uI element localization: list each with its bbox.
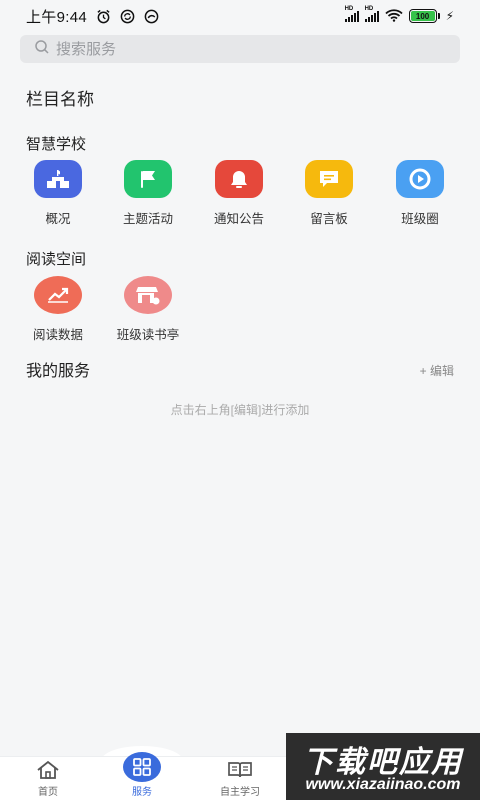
signal-icon: HD — [364, 6, 379, 22]
charging-icon: ⚡ — [445, 9, 454, 23]
my-services-title: 我的服务 — [26, 363, 91, 380]
open-book-icon — [227, 759, 253, 781]
class-circle-icon — [396, 160, 444, 198]
status-bar: 上午9:44 HD HD 100 ⚡ — [0, 0, 480, 32]
wifi-icon — [384, 8, 403, 24]
nav-label: 自主学习 — [220, 787, 260, 798]
status-left: 上午9:44 — [26, 6, 159, 27]
bell-icon — [215, 160, 263, 198]
nav-item-self-study[interactable]: 自主学习 — [192, 757, 288, 800]
service-reading-data[interactable]: 阅读数据 — [13, 276, 103, 343]
battery-level: 100 — [410, 11, 435, 21]
search-input[interactable] — [56, 40, 416, 58]
watermark: 下载吧应用 www.xiazaiinao.com — [286, 733, 480, 800]
alarm-icon — [95, 8, 111, 24]
service-overview[interactable]: 概况 — [13, 160, 103, 227]
trend-chart-icon — [34, 276, 82, 314]
service-message-board[interactable]: 留言板 — [284, 160, 374, 227]
service-label: 班级读书亭 — [116, 328, 180, 342]
watermark-title: 下载吧应用 — [303, 746, 463, 779]
service-label: 概况 — [45, 212, 71, 226]
service-label: 班级圈 — [401, 212, 439, 226]
sync-icon — [119, 8, 135, 24]
home-icon — [36, 759, 60, 781]
edit-button[interactable]: + 编辑 — [420, 362, 454, 379]
watermark-url: www.xiazaiinao.com — [305, 776, 461, 793]
service-label: 通知公告 — [213, 212, 264, 226]
service-label: 主题活动 — [122, 212, 173, 226]
school-building-icon — [34, 160, 82, 198]
section-title-smart-school: 智慧学校 — [26, 136, 87, 153]
service-theme-activity[interactable]: 主题活动 — [103, 160, 193, 227]
nav-item-home[interactable]: 首页 — [0, 757, 96, 800]
search-bar[interactable] — [20, 35, 460, 63]
message-icon — [305, 160, 353, 198]
grid-icon[interactable] — [123, 752, 161, 782]
empty-hint: 点击右上角[编辑]进行添加 — [170, 403, 310, 417]
service-notice[interactable]: 通知公告 — [194, 160, 284, 227]
nav-label: 首页 — [38, 787, 58, 798]
signal-badge: HD — [364, 6, 374, 12]
status-right: HD HD 100 ⚡ — [344, 6, 454, 24]
service-class-circle[interactable]: 班级圈 — [375, 160, 465, 227]
search-icon — [34, 39, 50, 60]
service-label: 阅读数据 — [32, 328, 83, 342]
signal-badge: HD — [344, 6, 354, 12]
flag-icon — [124, 160, 172, 198]
book-kiosk-icon — [124, 276, 172, 314]
column-title: 栏目名称 — [26, 90, 94, 109]
signal-icon: HD — [344, 6, 359, 22]
service-label: 留言板 — [310, 212, 348, 226]
section-title-reading-space: 阅读空间 — [26, 251, 87, 268]
nav-label: 服务 — [132, 787, 152, 798]
service-class-book-kiosk[interactable]: 班级读书亭 — [103, 276, 193, 343]
data-saver-icon — [143, 8, 159, 24]
status-time: 上午9:44 — [26, 8, 87, 26]
battery-icon: 100 — [408, 9, 440, 23]
